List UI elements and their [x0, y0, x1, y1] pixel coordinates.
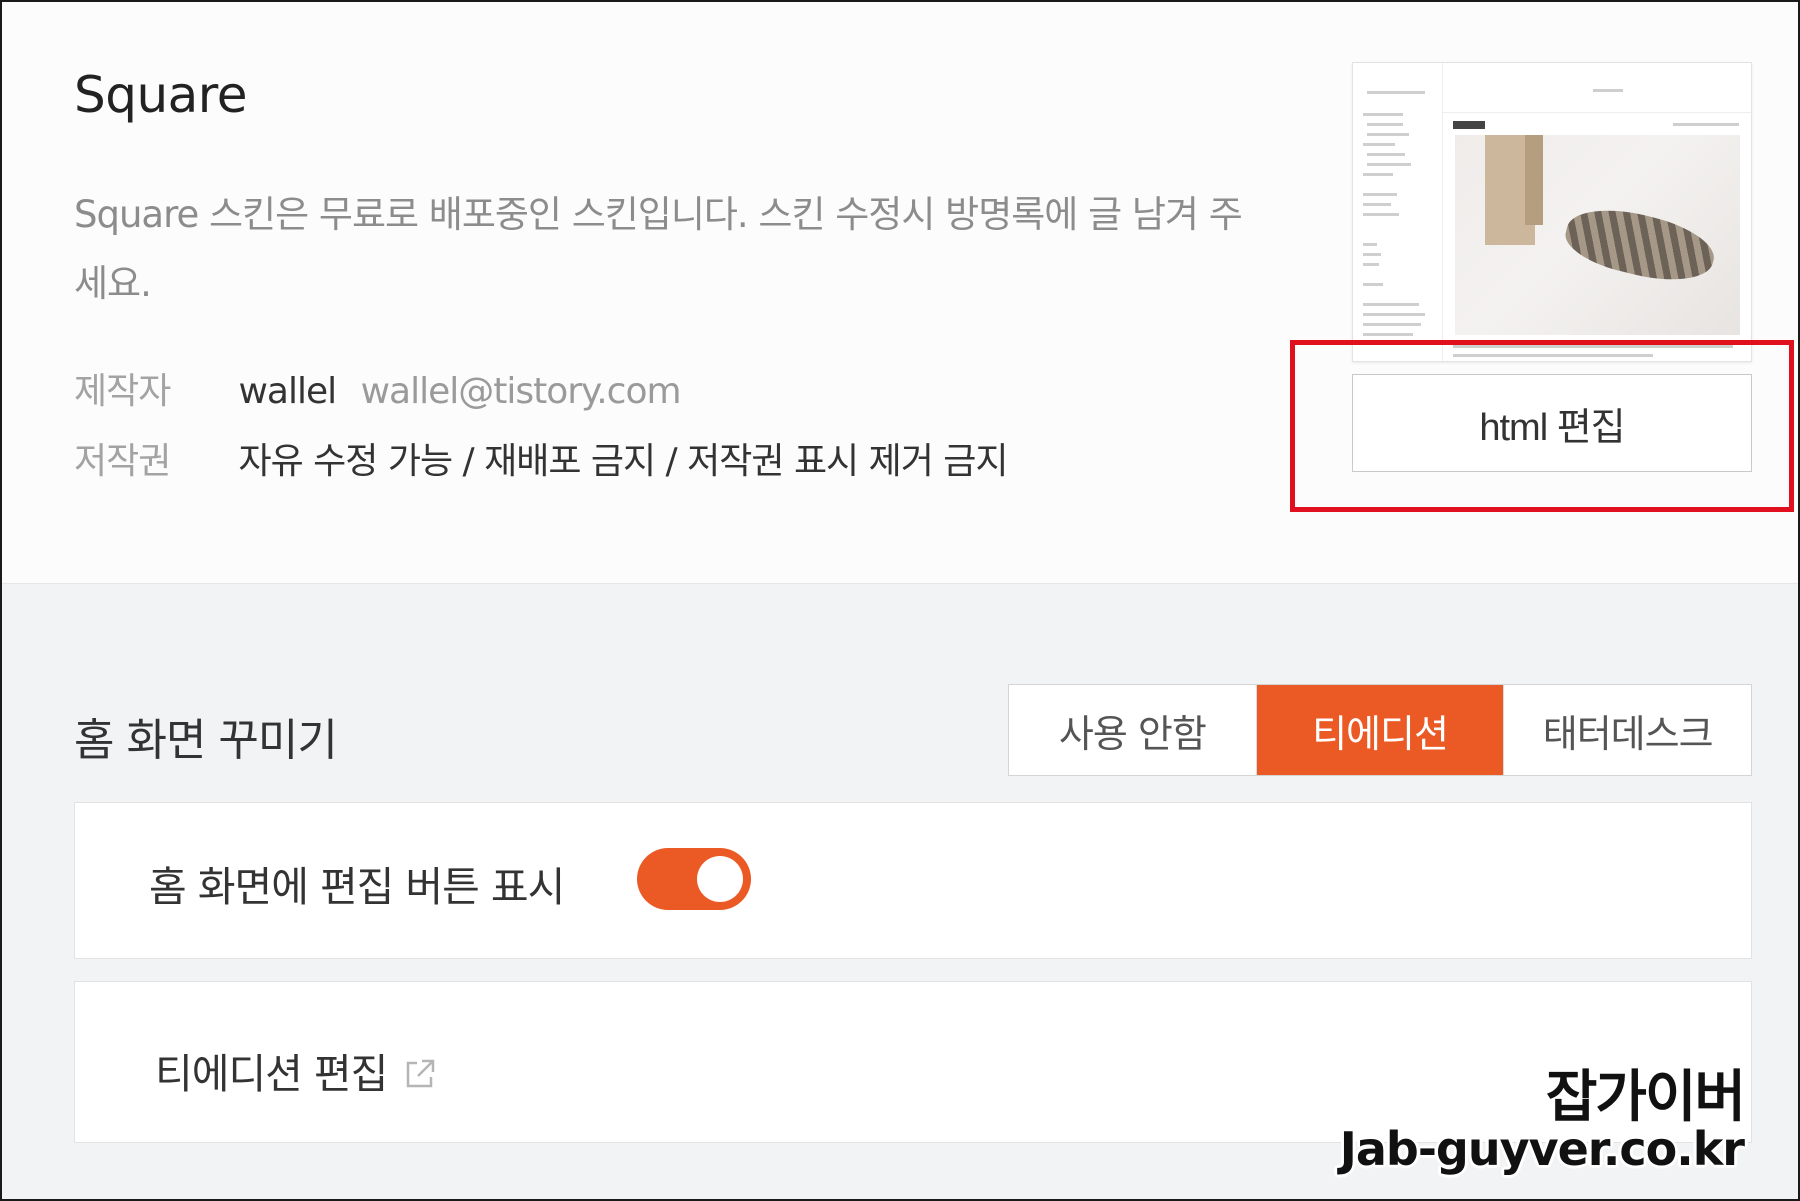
- copyright-value: 자유 수정 가능 / 재배포 금지 / 저작권 표시 제거 금지: [238, 441, 1008, 482]
- tedition-edit-card: 티에디션 편집: [74, 981, 1752, 1143]
- tedition-edit-link[interactable]: 티에디션 편집: [155, 1040, 437, 1100]
- home-decorate-section: 홈 화면 꾸미기 사용 안함 티에디션 태터데스크 홈 화면에 편집 버튼 표시…: [2, 584, 1798, 1199]
- thumbnail-sidebar: [1353, 63, 1443, 361]
- tedition-edit-label: 티에디션 편집: [155, 1050, 388, 1098]
- watermark-korean: 잡가이버: [1545, 1065, 1746, 1130]
- home-decorate-title: 홈 화면 꾸미기: [74, 715, 338, 766]
- author-name: wallel: [238, 371, 337, 412]
- toggle-knob: [697, 856, 743, 902]
- watermark-url: Jab-guyver.co.kr: [1339, 1122, 1745, 1176]
- skin-description: Square 스킨은 무료로 배포중인 스킨입니다. 스킨 수정시 방명록에 글…: [74, 193, 1243, 305]
- copyright-label: 저작권: [74, 441, 171, 482]
- thumbnail-header: [1443, 63, 1751, 113]
- author-label: 제작자: [74, 371, 171, 412]
- page-frame: Square Square 스킨은 무료로 배포중인 스킨입니다. 스킨 수정시…: [0, 0, 1800, 1201]
- toggle-label: 홈 화면에 편집 버튼 표시: [149, 863, 565, 911]
- edit-button-toggle-card: 홈 화면에 편집 버튼 표시: [74, 802, 1752, 959]
- option-none[interactable]: 사용 안함: [1009, 685, 1257, 775]
- show-edit-button-toggle[interactable]: [637, 848, 751, 910]
- thumbnail-cat-photo: [1455, 135, 1740, 335]
- skin-title: Square: [74, 66, 248, 124]
- external-link-icon: [403, 1053, 437, 1088]
- red-highlight-box: [1290, 340, 1794, 512]
- skin-preview-thumbnail: [1352, 62, 1752, 362]
- author-row: 제작자 wallel wallel@tistory.com: [74, 362, 682, 414]
- skin-info-section: Square Square 스킨은 무료로 배포중인 스킨입니다. 스킨 수정시…: [2, 2, 1798, 584]
- option-tedition[interactable]: 티에디션: [1256, 685, 1505, 775]
- copyright-row: 저작권 자유 수정 가능 / 재배포 금지 / 저작권 표시 제거 금지: [74, 432, 1009, 484]
- home-mode-selector: 사용 안함 티에디션 태터데스크: [1008, 684, 1752, 776]
- author-email: wallel@tistory.com: [360, 371, 682, 412]
- option-tattertools-desk[interactable]: 태터데스크: [1504, 685, 1751, 775]
